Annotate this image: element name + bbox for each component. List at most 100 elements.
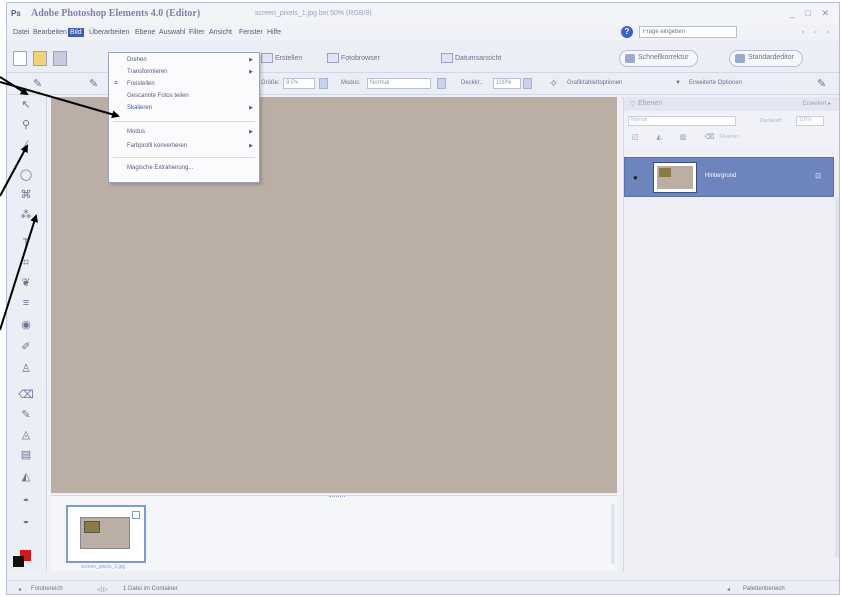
- menu-item-transformieren[interactable]: Transformieren: [127, 69, 167, 75]
- menu-datei[interactable]: Datei: [11, 28, 31, 37]
- help-search-input[interactable]: [639, 26, 737, 38]
- menu-ansicht[interactable]: Ansicht: [207, 28, 234, 37]
- palette-scrollbar[interactable]: [835, 197, 839, 557]
- paint-bucket-tool-icon[interactable]: ◬: [18, 427, 34, 443]
- erweitert-options[interactable]: Erweiterte Optionen: [689, 80, 742, 86]
- opacity-label: Deckkraft:: [760, 118, 783, 124]
- modus-dropdown-icon[interactable]: [437, 78, 446, 89]
- menu-ebene[interactable]: Ebene: [133, 28, 157, 37]
- menu-item-farbprofil[interactable]: Farbprofil konvertieren: [127, 143, 187, 149]
- menu-item-modus[interactable]: Modus: [127, 129, 145, 135]
- fotobrowser-icon: [327, 53, 339, 63]
- menu-item-gescannte-fotos[interactable]: Gescannte Fotos teilen: [127, 93, 189, 99]
- blur-tool-icon[interactable]: ◓: [18, 493, 34, 509]
- straighten-tool-icon[interactable]: ≡: [18, 295, 34, 311]
- palette-bin-toggle[interactable]: Palettenbereich: [743, 586, 785, 592]
- red-eye-tool-icon[interactable]: ◉: [18, 317, 34, 333]
- datumsansicht-label: Datumsansicht: [455, 54, 502, 62]
- layers-palette-header[interactable]: ▽ Ebenen Erweitert ▸: [624, 97, 839, 111]
- cookie-cutter-tool-icon[interactable]: ❦: [18, 275, 34, 291]
- menu-item-freistellen[interactable]: Freistellen: [127, 81, 155, 87]
- datumsansicht-button[interactable]: Datumsansicht: [441, 53, 501, 63]
- collapse-triangle-icon[interactable]: ▽: [630, 100, 635, 108]
- palette-bin: ▽ Ebenen Erweitert ▸ Normal Deckkraft: 1…: [623, 97, 839, 572]
- document-window-controls[interactable]: ▫ ▫ ▫: [802, 29, 833, 36]
- brush-dynamics-icon[interactable]: ✎: [817, 77, 826, 90]
- menu-hilfe[interactable]: Hilfe: [265, 28, 283, 37]
- menu-item-drehen[interactable]: Drehen: [127, 57, 147, 63]
- pencil-tool-icon[interactable]: ✎: [18, 407, 34, 423]
- deckkraft-field[interactable]: 100%: [493, 78, 521, 89]
- document-title: screen_pixels_1.jpg bei 50% (RGB/8): [255, 10, 372, 17]
- foreground-color-swatch[interactable]: [13, 556, 24, 567]
- open-folder-icon[interactable]: [33, 51, 47, 66]
- erstellen-label: Erstellen: [275, 54, 303, 62]
- layer-row[interactable]: ● Hintergrund ⊡: [624, 157, 834, 197]
- marquee-tool-icon[interactable]: ◯: [18, 167, 34, 183]
- shape-tool-icon[interactable]: ◭: [18, 469, 34, 485]
- tablet-options[interactable]: Grafiktablettoptionen: [567, 80, 622, 86]
- deckkraft-dropdown-icon[interactable]: [523, 78, 532, 89]
- menu-bearbeiten[interactable]: Bearbeiten: [31, 28, 69, 37]
- lasso-tool-icon[interactable]: ⌘: [18, 187, 34, 203]
- resize-grip[interactable]: [329, 496, 345, 499]
- gradient-tool-icon[interactable]: ▤: [18, 447, 34, 463]
- healing-brush-tool-icon[interactable]: ✐: [18, 339, 34, 355]
- eyedropper-tool-icon[interactable]: ⁄: [18, 137, 34, 153]
- submenu-arrow-icon: ▶: [249, 143, 253, 149]
- opacity-field[interactable]: 100%: [796, 116, 824, 126]
- submenu-arrow-icon: ▶: [249, 57, 253, 63]
- save-icon[interactable]: [53, 51, 67, 66]
- title-bar: Ps Adobe Photoshop Elements 4.0 (Editor)…: [7, 3, 839, 25]
- menu-separator: [113, 157, 255, 158]
- fotobrowser-label: Fotobrowser: [341, 54, 380, 62]
- zoom-tool-icon[interactable]: ⚲: [18, 117, 34, 133]
- menu-auswahl[interactable]: Auswahl: [157, 28, 187, 37]
- app-icon: Ps: [11, 9, 21, 18]
- erstellen-button[interactable]: Erstellen: [261, 53, 302, 63]
- project-bin-scrollbar[interactable]: [611, 504, 615, 564]
- bin-nav-icons[interactable]: ◁ ▷: [97, 586, 108, 593]
- menu-fenster[interactable]: Fenster: [237, 28, 265, 37]
- airbrush-icon[interactable]: ✧: [549, 77, 558, 90]
- sponge-tool-icon[interactable]: ◒: [18, 513, 34, 529]
- menu-ueberarbeiten[interactable]: Überarbeiten: [87, 28, 131, 37]
- crop-tool-icon[interactable]: ⌗: [18, 255, 34, 271]
- window-controls[interactable]: _ □ ✕: [790, 8, 833, 19]
- submenu-arrow-icon: ▶: [249, 129, 253, 135]
- palette-more-button[interactable]: Erweitert ▸: [803, 100, 831, 107]
- standardeditor-button[interactable]: Standardeditor: [729, 50, 803, 67]
- menu-item-skalieren[interactable]: Skalieren: [127, 105, 152, 111]
- clone-stamp-tool-icon[interactable]: ♙: [18, 361, 34, 377]
- fotobrowser-button[interactable]: Fotobrowser: [327, 53, 380, 63]
- eye-icon[interactable]: ●: [633, 173, 638, 182]
- new-file-icon[interactable]: [13, 51, 27, 66]
- photo-bin-toggle-icon[interactable]: ▸: [19, 586, 22, 593]
- magic-wand-tool-icon[interactable]: ⁂: [18, 207, 34, 223]
- layer-thumbnail-image: [657, 166, 693, 189]
- menu-item-magische-extrahierung[interactable]: Magische Extrahierung...: [127, 165, 193, 171]
- groesse-dropdown-icon[interactable]: [319, 78, 328, 89]
- brush-preset-icon[interactable]: ✎: [89, 77, 98, 90]
- blend-mode-select[interactable]: Normal: [628, 116, 736, 126]
- schnellkorrektur-button[interactable]: Schnellkorrektur: [619, 50, 698, 67]
- move-tool-icon[interactable]: ↖: [18, 97, 34, 113]
- status-bar: ▸ Fotobereich ◁ ▷ 1 Datei im Container ◂…: [7, 580, 839, 594]
- standardeditor-icon: [735, 54, 745, 63]
- text-tool-icon[interactable]: T: [18, 235, 34, 251]
- modus-select[interactable]: Normal: [367, 78, 431, 89]
- palette-bin-toggle-icon[interactable]: ◂: [727, 586, 730, 593]
- groesse-field[interactable]: 9 Px: [283, 78, 315, 89]
- color-swatches[interactable]: [13, 550, 33, 568]
- project-thumbnail[interactable]: [66, 505, 146, 563]
- layer-action-icons[interactable]: ◰ ◭ ▥ ⌫: [632, 133, 722, 141]
- tablet-dropdown-icon[interactable]: ▼: [675, 80, 681, 86]
- lock-icon: ⊡: [815, 173, 821, 180]
- photo-bin-toggle[interactable]: Fotobereich: [31, 586, 63, 592]
- brush-icon[interactable]: ✎: [33, 77, 42, 90]
- help-icon[interactable]: ?: [621, 26, 633, 38]
- deckkraft-label: Deckkr.:: [461, 80, 483, 86]
- eraser-tool-icon[interactable]: ⌫: [18, 387, 34, 403]
- menu-filter[interactable]: Filter: [187, 28, 207, 37]
- menu-bild[interactable]: Bild: [68, 28, 84, 37]
